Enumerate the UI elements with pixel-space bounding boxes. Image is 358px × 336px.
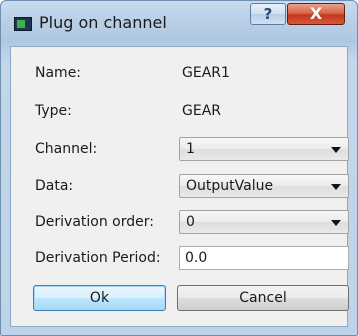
channel-label: Channel: bbox=[35, 141, 98, 157]
derivation-period-label: Derivation Period: bbox=[35, 250, 161, 266]
help-button[interactable]: ? bbox=[250, 3, 286, 25]
data-label: Data: bbox=[35, 178, 74, 194]
type-value: GEAR bbox=[182, 103, 221, 119]
app-window-icon bbox=[14, 17, 32, 31]
chevron-down-icon bbox=[331, 147, 341, 153]
derivation-order-select[interactable]: 0 bbox=[179, 210, 349, 234]
derivation-order-label: Derivation order: bbox=[35, 214, 154, 230]
ok-button[interactable]: Ok bbox=[33, 285, 166, 311]
chevron-down-icon bbox=[331, 220, 341, 226]
help-icon: ? bbox=[263, 5, 273, 23]
name-value: GEAR1 bbox=[182, 65, 230, 81]
derivation-order-select-value: 0 bbox=[186, 214, 195, 230]
close-icon: X bbox=[309, 4, 323, 23]
channel-select[interactable]: 1 bbox=[179, 137, 349, 161]
plug-on-channel-dialog: Plug on channel ? X Name: GEAR1 Type: GE… bbox=[0, 0, 358, 336]
dialog-title: Plug on channel bbox=[39, 13, 167, 32]
dialog-body: Name: GEAR1 Type: GEAR Channel: 1 Data: … bbox=[10, 46, 349, 327]
data-select-value: OutputValue bbox=[186, 178, 274, 194]
type-label: Type: bbox=[35, 103, 72, 119]
chevron-down-icon bbox=[331, 184, 341, 190]
cancel-button[interactable]: Cancel bbox=[177, 285, 349, 311]
close-button[interactable]: X bbox=[287, 3, 345, 25]
derivation-period-input[interactable]: 0.0 bbox=[179, 246, 349, 270]
name-label: Name: bbox=[35, 65, 82, 81]
data-select[interactable]: OutputValue bbox=[179, 174, 349, 198]
title-bar[interactable]: Plug on channel ? X bbox=[1, 1, 357, 45]
channel-select-value: 1 bbox=[186, 141, 195, 157]
